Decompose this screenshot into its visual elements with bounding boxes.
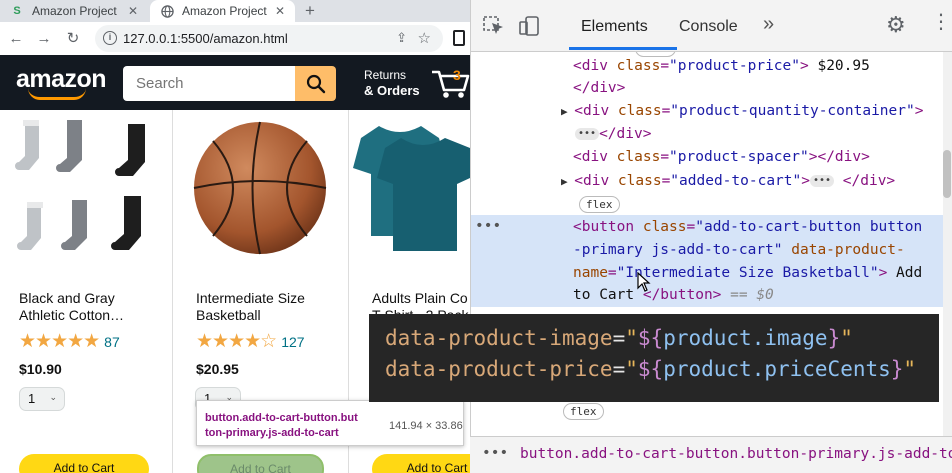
dom-node-product-price[interactable]: <div class="product-price"> $20.95	[573, 55, 870, 77]
vscode-favicon-icon: S	[13, 5, 21, 17]
rating-stars-icon: ★★★★★	[19, 331, 100, 352]
tab-title: Amazon Project	[182, 4, 267, 18]
inspect-element-icon[interactable]	[483, 16, 505, 36]
amazon-header: amazon Search Returns & Orders	[0, 55, 470, 110]
breadcrumb-item[interactable]: button.add-to-cart-button.button-primary…	[520, 446, 952, 462]
devtools-panel: Elements Console » ⚙ ⋮ flex <div class="…	[470, 0, 952, 473]
active-tab-indicator	[569, 47, 677, 50]
socks-image	[15, 120, 145, 250]
search-icon	[306, 74, 325, 93]
browser-toolbar: ← → ↻ i 127.0.0.1:5500/amazon.html ⇪ ☆	[0, 22, 470, 55]
close-tab-icon[interactable]: ✕	[128, 4, 138, 18]
code-overlay: data-product-image="${product.image}" da…	[369, 314, 939, 402]
inspected-add-to-cart-button[interactable]: Add to Cart	[197, 454, 324, 473]
cart-count: 3	[453, 67, 461, 83]
side-panel-icon[interactable]	[453, 30, 465, 46]
site-info-icon[interactable]: i	[103, 31, 117, 45]
elements-scrollbar[interactable]	[943, 52, 952, 437]
tab-elements[interactable]: Elements	[581, 18, 648, 36]
rating-stars-icon: ★★★★☆	[196, 331, 277, 352]
selected-line-1: <button class="add-to-cart-button button	[573, 219, 923, 235]
back-arrow-icon[interactable]: ←	[6, 28, 26, 48]
add-to-cart-button[interactable]: Add to Cart	[19, 454, 149, 473]
breadcrumb-more-icon[interactable]: •••	[482, 445, 508, 461]
dom-node-quantity-container[interactable]: ▶ <div class="product-quantity-container…	[561, 100, 923, 122]
tab-title: Amazon Project	[32, 4, 117, 18]
returns-label: Returns	[364, 68, 407, 82]
product-rating: ★★★★☆ 127	[196, 330, 305, 353]
device-toolbar-icon[interactable]	[519, 16, 541, 36]
search-input[interactable]: Search	[123, 66, 295, 101]
product-name: Black and Gray Athletic Cotton…	[19, 290, 125, 323]
overlay-line-2: data-product-price="${product.priceCents…	[385, 357, 917, 381]
selected-line-4: to Cart </button> == $0	[573, 287, 774, 303]
more-options-icon[interactable]: ⋮	[931, 12, 951, 32]
new-tab-button[interactable]: +	[305, 0, 315, 22]
amazon-smile-icon	[28, 88, 86, 100]
close-tab-icon[interactable]: ✕	[275, 4, 285, 18]
search-button[interactable]	[295, 66, 336, 101]
tab-amazon-project-1[interactable]: S Amazon Project ✕	[0, 0, 148, 22]
bookmark-star-icon[interactable]: ☆	[418, 29, 431, 47]
quantity-select[interactable]: 1 ⌄	[19, 387, 65, 411]
product-rating: ★★★★★ 87	[19, 330, 120, 353]
dom-node-added-to-cart[interactable]: ▶ <div class="added-to-cart"> ••• </div>	[561, 170, 895, 192]
dom-node-product-spacer[interactable]: <div class="product-spacer"></div>	[573, 146, 870, 168]
dom-closing-div: </div>	[573, 80, 626, 96]
node-actions-icon[interactable]: •••	[475, 215, 501, 237]
globe-favicon-icon	[160, 4, 174, 18]
selected-line-2: -primary js-add-to-cart" data-product-	[573, 242, 905, 258]
rating-count-link[interactable]: 87	[104, 334, 120, 350]
settings-gear-icon[interactable]: ⚙	[886, 12, 906, 38]
tooltip-selector: button.add-to-cart-button.but ton-primar…	[205, 412, 358, 439]
flex-badge[interactable]: flex	[563, 403, 604, 420]
screen: S Amazon Project ✕ Amazon Project ✕ + ← …	[0, 0, 952, 473]
selected-line-3: name="Intermediate Size Basketball"> Add	[573, 265, 923, 281]
cart-icon[interactable]	[430, 64, 470, 100]
tab-console[interactable]: Console	[679, 18, 738, 36]
overlay-line-1: data-product-image="${product.image}"	[385, 326, 853, 350]
product-price: $20.95	[196, 361, 239, 377]
flex-badge[interactable]: flex	[579, 196, 620, 213]
product-name: Intermediate Size Basketball	[196, 290, 305, 323]
forward-arrow-icon[interactable]: →	[34, 28, 54, 48]
more-tabs-button[interactable]: »	[763, 13, 774, 36]
tshirt-image	[353, 126, 470, 251]
returns-orders-link[interactable]: Returns & Orders	[364, 67, 420, 99]
dom-collapsed-content[interactable]: ••• </div>	[575, 123, 651, 145]
reload-icon[interactable]: ↻	[63, 28, 83, 48]
share-icon[interactable]: ⇪	[396, 30, 407, 46]
chevron-down-icon: ⌄	[49, 392, 57, 402]
url-text: 127.0.0.1:5500/amazon.html	[123, 31, 288, 46]
devtools-toolbar: Elements Console » ⚙ ⋮	[471, 0, 952, 52]
inspect-tooltip: button.add-to-cart-button.but ton-primar…	[196, 400, 464, 446]
rating-count-link[interactable]: 127	[281, 334, 304, 350]
tooltip-dimensions: 141.94 × 33.86	[389, 420, 463, 432]
product-price: $10.90	[19, 361, 62, 377]
dom-breadcrumb: ••• button.add-to-cart-button.button-pri…	[470, 436, 952, 473]
tab-strip: S Amazon Project ✕ Amazon Project ✕ +	[0, 0, 470, 22]
tab-amazon-project-2[interactable]: Amazon Project ✕	[150, 0, 295, 22]
address-bar[interactable]: i 127.0.0.1:5500/amazon.html ⇪ ☆	[95, 25, 443, 52]
mouse-cursor-icon	[637, 272, 651, 292]
orders-label: & Orders	[364, 83, 420, 98]
scrollbar-thumb[interactable]	[943, 150, 951, 198]
basketball-image	[193, 121, 327, 255]
product-card: Black and Gray Athletic Cotton… ★★★★★ 87…	[0, 110, 173, 473]
